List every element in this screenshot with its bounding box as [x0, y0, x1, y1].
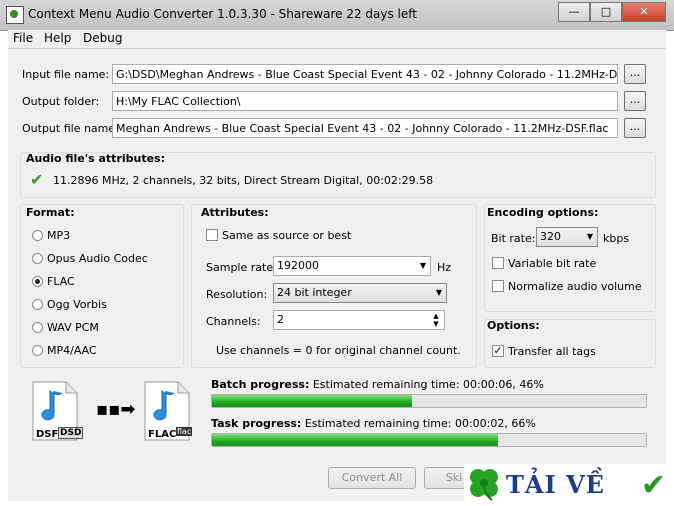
title-bar: Context Menu Audio Converter 1.0.3.30 - … [0, 0, 674, 31]
transfer-tags-checkbox[interactable]: ✓ [492, 345, 504, 357]
batch-progress-text: Estimated remaining time: 00:00:06, 46% [312, 378, 544, 391]
bitrate-value: 320 [540, 230, 561, 243]
batch-progress-fill [212, 395, 412, 407]
format-label-wav: WAV PCM [47, 321, 99, 334]
variable-bitrate-checkbox[interactable] [492, 257, 504, 269]
format-radio-mp4[interactable] [32, 345, 43, 356]
output-file-field[interactable]: Meghan Andrews - Blue Coast Special Even… [112, 118, 618, 138]
spinner-arrows-icon[interactable]: ▲ ▼ [430, 312, 442, 328]
format-radio-ogg[interactable] [32, 299, 43, 310]
input-browse-button[interactable]: ... [624, 64, 646, 84]
main-panel: Input file name: G:\DSD\Meghan Andrews -… [8, 49, 666, 501]
task-progress-label: Task progress: [211, 417, 302, 430]
maximize-button[interactable]: □ [590, 2, 622, 22]
format-radio-wav[interactable] [32, 322, 43, 333]
task-progress-text: Estimated remaining time: 00:00:02, 66% [304, 417, 536, 430]
arrow-right-icon: ▪▪➡ [96, 399, 136, 420]
clover-icon [470, 469, 498, 501]
flac-label: FLAC [148, 429, 177, 440]
window-controls: — □ ✕ [558, 2, 666, 22]
format-label-flac: FLAC [47, 275, 75, 288]
menu-help[interactable]: Help [44, 31, 71, 45]
format-title: Format: [26, 206, 75, 219]
batch-progress-label: Batch progress: [211, 378, 310, 391]
batch-progress-bar [211, 394, 647, 408]
audio-attributes-value: 11.2896 MHz, 2 channels, 32 bits, Direct… [53, 174, 434, 187]
format-label-opus: Opus Audio Codec [47, 252, 148, 265]
channels-hint: Use channels = 0 for original channel co… [216, 344, 461, 357]
same-as-source-label: Same as source or best [222, 229, 352, 242]
input-file-label: Input file name: [22, 68, 110, 81]
sample-rate-unit: Hz [437, 261, 452, 274]
format-label-mp4: MP4/AAC [47, 344, 97, 357]
sample-rate-value: 192000 [277, 259, 319, 272]
format-label-ogg: Ogg Vorbis [47, 298, 107, 311]
resolution-label: Resolution: [206, 288, 268, 301]
encoding-options-title: Encoding options: [487, 206, 599, 219]
attributes-title: Attributes: [201, 206, 269, 219]
convert-all-button[interactable]: Convert All [328, 467, 416, 489]
close-button[interactable]: ✕ [622, 2, 666, 22]
output-browse-button[interactable]: ... [624, 118, 646, 138]
chevron-down-icon: ▼ [435, 288, 442, 297]
sample-rate-label: Sample rate: [206, 261, 277, 274]
task-progress-bar [211, 433, 647, 447]
format-group [20, 204, 184, 368]
flac-badge: flac [176, 427, 193, 436]
output-folder-field[interactable]: H:\My FLAC Collection\ [112, 91, 618, 111]
dsf-label: DSF [36, 429, 59, 440]
audio-attributes-title: Audio file's attributes: [26, 152, 166, 165]
options-title: Options: [487, 319, 540, 332]
normalize-label: Normalize audio volume [508, 280, 642, 293]
watermark-text: TẢI VỀ [506, 470, 605, 499]
format-radio-flac[interactable] [32, 276, 43, 287]
same-as-source-checkbox[interactable] [206, 229, 218, 241]
dsd-badge: DSD [58, 427, 84, 439]
output-file-label: Output file name: [22, 122, 119, 135]
task-progress-heading: Task progress: Estimated remaining time:… [211, 417, 536, 430]
channels-value: 2 [277, 313, 284, 326]
watermark: TẢI VỀ ✔ [464, 464, 674, 504]
bitrate-label: Bit rate: [491, 232, 536, 245]
resolution-combo[interactable]: 24 bit integer ▼ [273, 283, 447, 303]
check-icon: ✔ [640, 468, 666, 503]
output-folder-label: Output folder: [22, 95, 100, 108]
resolution-value: 24 bit integer [277, 286, 352, 299]
window-title: Context Menu Audio Converter 1.0.3.30 - … [28, 7, 417, 21]
minimize-button[interactable]: — [558, 2, 590, 22]
batch-progress-heading: Batch progress: Estimated remaining time… [211, 378, 544, 391]
format-radio-opus[interactable] [32, 253, 43, 264]
sample-rate-combo[interactable]: 192000 ▼ [273, 256, 431, 276]
check-icon: ✔ [30, 170, 44, 189]
app-icon [6, 6, 24, 24]
chevron-down-icon: ▼ [586, 232, 593, 241]
channels-spinner[interactable]: 2 ▲ ▼ [273, 310, 445, 330]
bitrate-combo[interactable]: 320 ▼ [536, 227, 598, 247]
variable-bitrate-label: Variable bit rate [508, 257, 597, 270]
format-radio-mp3[interactable] [32, 230, 43, 241]
transfer-tags-label: Transfer all tags [508, 345, 596, 358]
normalize-checkbox[interactable] [492, 280, 504, 292]
folder-browse-button[interactable]: ... [624, 91, 646, 111]
input-file-field[interactable]: G:\DSD\Meghan Andrews - Blue Coast Speci… [112, 64, 618, 84]
format-label-mp3: MP3 [47, 229, 71, 242]
menu-file[interactable]: File [13, 31, 33, 45]
chevron-down-icon: ▼ [419, 261, 426, 270]
channels-label: Channels: [206, 315, 261, 328]
menu-bar: File Help Debug [8, 30, 666, 49]
bitrate-unit: kbps [603, 232, 630, 245]
task-progress-fill [212, 434, 499, 446]
menu-debug[interactable]: Debug [83, 31, 122, 45]
